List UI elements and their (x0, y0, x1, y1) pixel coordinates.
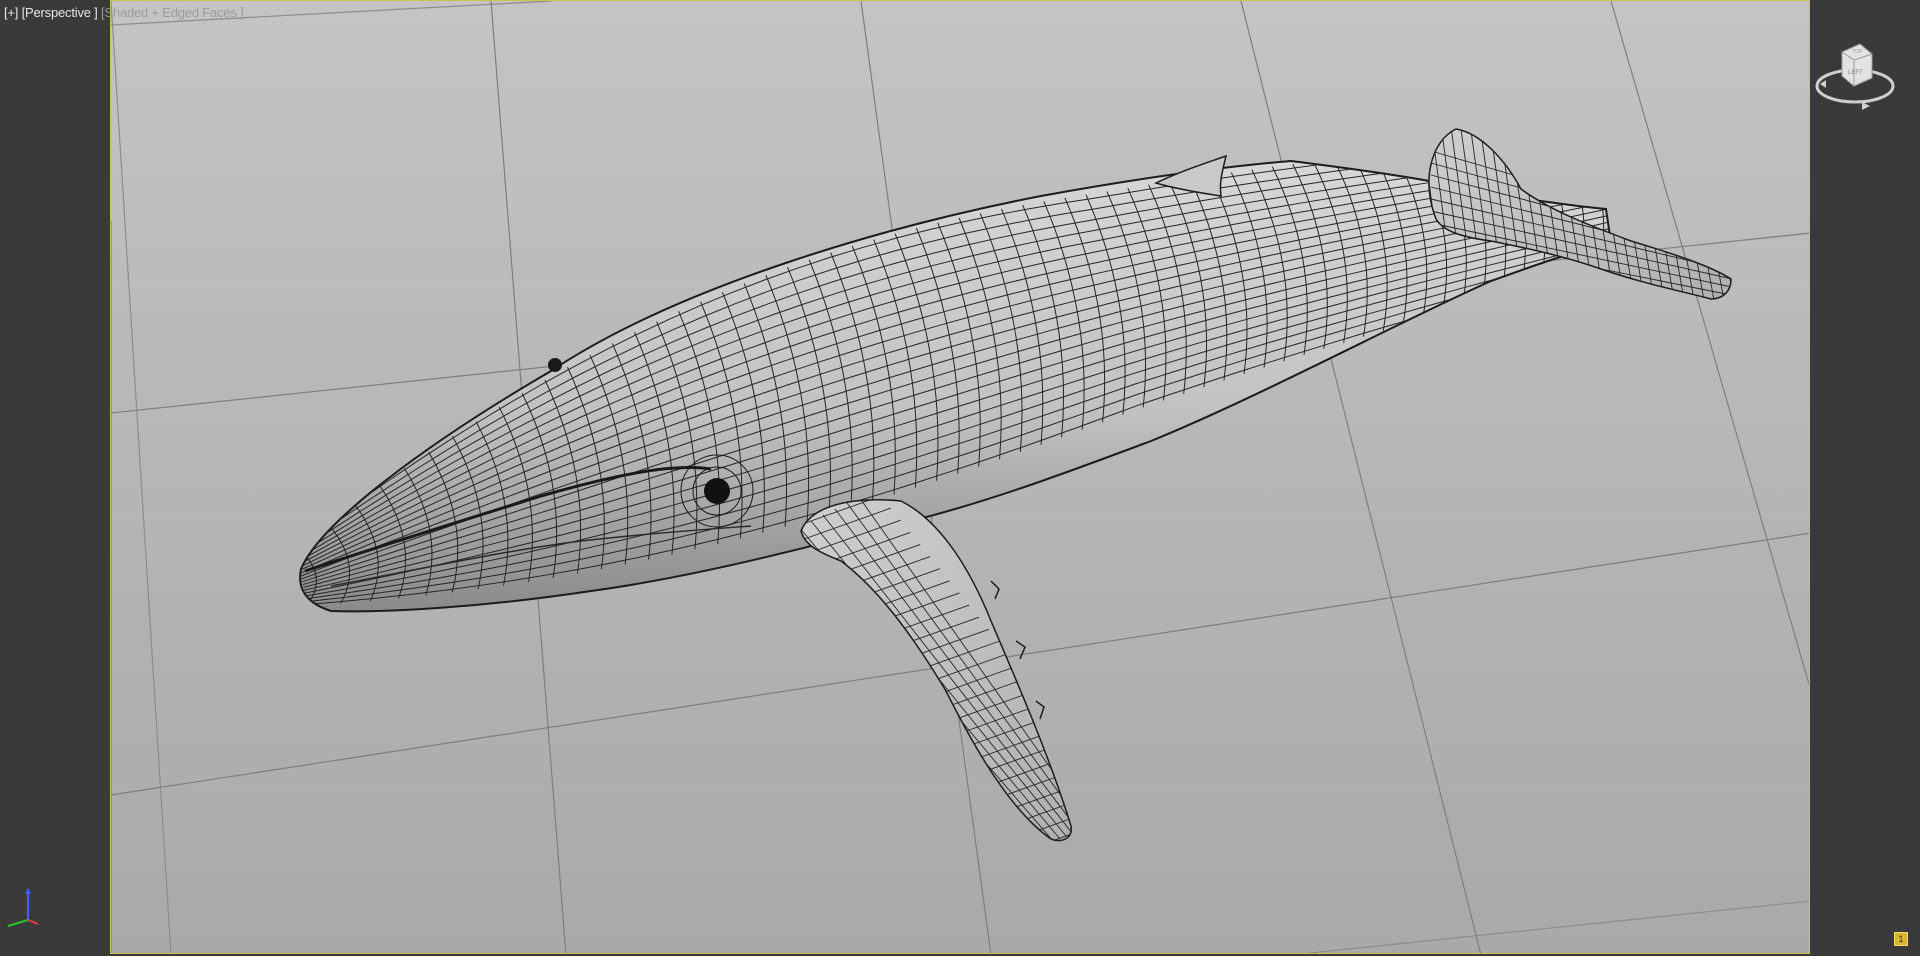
viewcube-top-label: TOP (1852, 49, 1863, 55)
axis-tripod-icon (7, 888, 39, 927)
viewport-menu-plus[interactable]: [+] (4, 5, 18, 20)
app-window: [+] [Perspective ] [Shaded + Edged Faces… (0, 0, 1920, 956)
viewcube-icon[interactable]: LEFT TOP (1810, 34, 1900, 124)
status-corner-badge[interactable]: 1 (1894, 932, 1908, 946)
left-panel (0, 0, 110, 956)
scene-canvas[interactable] (111, 1, 1810, 954)
whale-mesh[interactable] (295, 129, 1623, 613)
right-panel (1812, 0, 1920, 956)
whale-pectoral-fin[interactable] (741, 496, 1136, 861)
viewcube-face-label: LEFT (1848, 70, 1863, 76)
perspective-viewport[interactable] (110, 0, 1810, 954)
viewport-point-of-view-menu[interactable]: [Perspective ] (22, 5, 98, 20)
viewport-label-bar: [+] [Perspective ] [Shaded + Edged Faces… (4, 5, 244, 20)
viewport-shading-menu[interactable]: [Shaded + Edged Faces ] (101, 5, 244, 20)
